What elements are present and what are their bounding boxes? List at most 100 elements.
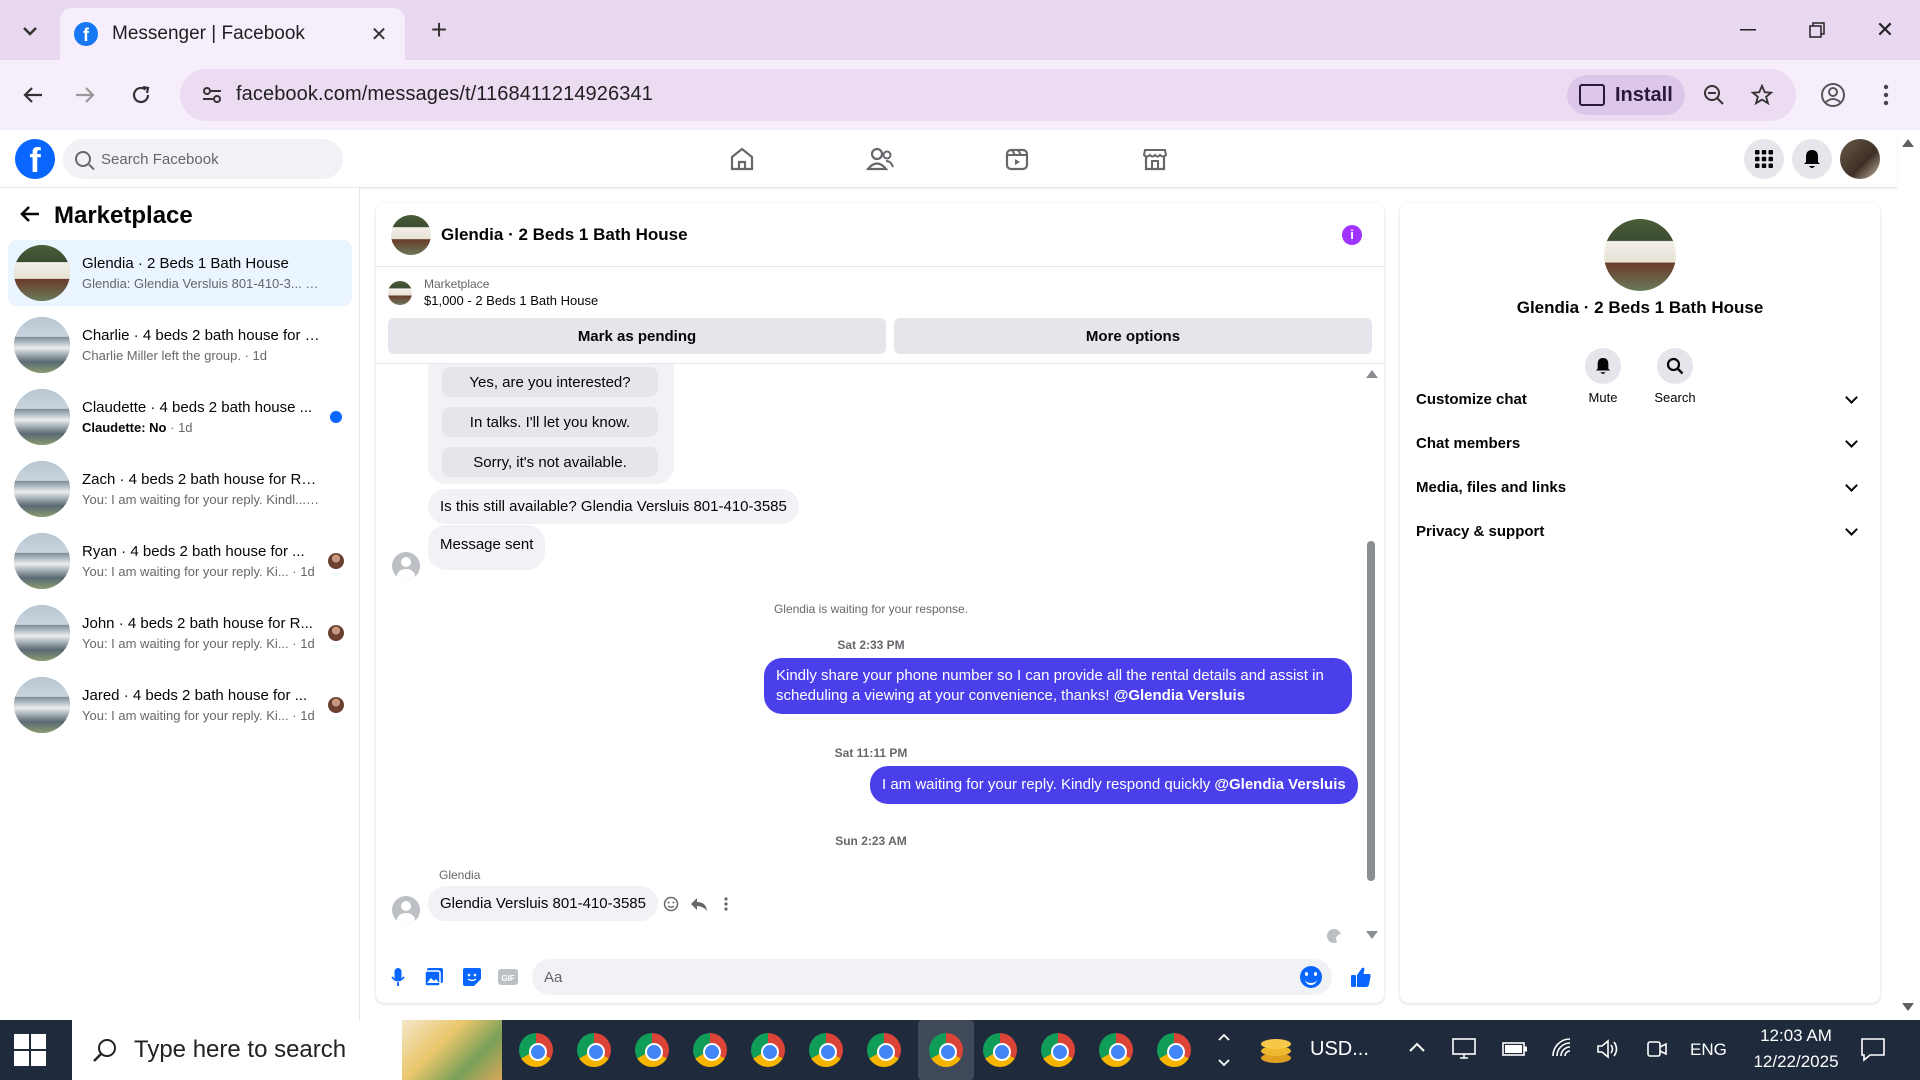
quick-reply-button[interactable]: Yes, are you interested? [442,367,658,397]
chrome-app-icon[interactable] [1038,1030,1078,1070]
tray-chevron-up-icon[interactable] [1408,1040,1426,1057]
message-scrollbar[interactable] [1364,366,1378,941]
mark-as-pending-button[interactable]: Mark as pending [388,318,886,354]
chrome-app-icon[interactable] [1154,1030,1194,1070]
camera-status-icon[interactable] [1646,1038,1668,1064]
site-info-icon[interactable] [198,81,226,109]
notifications-bell-icon[interactable] [1792,139,1832,179]
clock-time[interactable]: 12:03 AM [1746,1026,1846,1046]
customize-chat-row[interactable]: Customize chat [1416,377,1864,421]
chrome-app-icon[interactable] [632,1030,672,1070]
browser-menu-icon[interactable] [1868,77,1904,113]
chat-list-item[interactable]: John · 4 beds 2 bath house for R... You:… [8,600,352,666]
search-icon [93,1039,116,1062]
chrome-app-icon[interactable] [1096,1030,1136,1070]
zoom-icon[interactable] [1700,81,1728,109]
conversation-title[interactable]: Glendia · 2 Beds 1 Bath House [441,225,688,245]
close-window-button[interactable]: ✕ [1865,12,1905,48]
photo-icon[interactable] [422,965,446,989]
minimize-button[interactable] [1728,12,1768,48]
wifi-icon[interactable] [1550,1036,1574,1062]
browser-tab-messenger[interactable]: f Messenger | Facebook ✕ [60,8,405,60]
tab-search-chevron-icon[interactable] [12,14,48,48]
scroll-down-arrow-icon[interactable] [1902,1003,1914,1011]
chat-preview: You: I am waiting for your reply. Ki... … [82,564,315,579]
chat-list-item[interactable]: Glendia · 2 Beds 1 Bath House Glendia: G… [8,240,352,306]
chrome-app-icon[interactable] [516,1030,556,1070]
info-icon[interactable]: i [1342,225,1362,245]
outgoing-message[interactable]: I am waiting for your reply. Kindly resp… [870,766,1358,804]
clock-date[interactable]: 12/22/2025 [1746,1052,1846,1072]
bookmark-star-icon[interactable] [1748,81,1776,109]
reply-icon[interactable] [688,893,710,915]
listing-summary[interactable]: Marketplace $1,000 - 2 Beds 1 Bath House [388,277,598,308]
chrome-app-icon[interactable] [980,1030,1020,1070]
chat-list-item[interactable]: Charlie · 4 beds 2 bath house for R... C… [8,312,352,378]
taskbar-scroll-chevrons[interactable] [1214,1030,1234,1076]
thumbs-up-icon[interactable] [1349,965,1373,989]
back-arrow-icon[interactable] [15,77,51,113]
chat-list-item[interactable]: Jared · 4 beds 2 bath house for ... You:… [8,672,352,738]
emoji-icon[interactable] [1300,966,1322,988]
currency-text[interactable]: USD... [1310,1038,1369,1061]
video-icon[interactable] [1001,144,1033,174]
facebook-search-input[interactable]: Search Facebook [63,139,343,179]
scroll-up-arrow-icon[interactable] [1366,370,1378,378]
chat-list-item[interactable]: Zach · 4 beds 2 bath house for Rent You:… [8,456,352,522]
scroll-thumb[interactable] [1367,541,1375,881]
chrome-app-icon[interactable] [748,1030,788,1070]
react-emoji-icon[interactable] [660,893,682,915]
chrome-app-icon[interactable] [574,1030,614,1070]
outgoing-message[interactable]: Kindly share your phone number so I can … [764,658,1352,714]
chat-members-row[interactable]: Chat members [1416,421,1864,465]
chat-list-item[interactable]: Claudette · 4 beds 2 bath house ... Clau… [8,384,352,450]
more-options-button[interactable]: More options [894,318,1372,354]
quick-reply-button[interactable]: Sorry, it's not available. [442,447,658,477]
address-bar[interactable]: facebook.com/messages/t/1168411214926341… [180,69,1796,121]
friends-icon[interactable] [864,144,896,174]
forward-arrow-icon[interactable] [67,77,103,113]
currency-widget-icon[interactable] [1258,1034,1294,1064]
restore-button[interactable] [1797,12,1837,48]
taskbar-search-input[interactable]: Type here to search [72,1020,502,1080]
marketplace-icon[interactable] [1139,144,1171,174]
page-scrollbar[interactable] [1900,135,1914,1020]
conversation-avatar[interactable] [391,214,431,255]
incoming-message[interactable]: Glendia Versluis 801-410-3585 [428,886,658,921]
chat-list-item[interactable]: Ryan · 4 beds 2 bath house for ... You: … [8,528,352,594]
gif-icon[interactable]: GIF [496,965,520,989]
media-files-links-row[interactable]: Media, files and links [1416,465,1864,509]
facebook-logo[interactable]: f [15,139,55,179]
privacy-support-row[interactable]: Privacy & support [1416,509,1864,553]
display-icon[interactable] [1452,1038,1476,1064]
reload-icon[interactable] [123,77,159,113]
profile-icon[interactable] [1815,77,1851,113]
scroll-down-arrow-icon[interactable] [1366,931,1378,939]
volume-icon[interactable] [1596,1038,1620,1064]
incoming-message[interactable]: Message sent [428,525,546,570]
menu-grid-icon[interactable] [1744,139,1784,179]
account-avatar[interactable] [1840,139,1880,179]
microphone-icon[interactable] [386,965,410,989]
back-arrow-icon[interactable] [20,202,40,230]
sticker-icon[interactable] [460,965,484,989]
message-input[interactable]: Aa [532,959,1332,995]
timestamp: Sat 11:11 PM [834,746,908,760]
windows-start-icon[interactable] [14,1034,46,1066]
chrome-app-icon[interactable] [806,1030,846,1070]
language-indicator[interactable]: ENG [1690,1040,1727,1060]
scroll-up-arrow-icon[interactable] [1902,139,1914,147]
chrome-app-icon[interactable] [864,1030,904,1070]
battery-icon[interactable] [1502,1042,1528,1060]
seen-avatar [328,553,344,569]
chrome-app-icon[interactable] [690,1030,730,1070]
quick-reply-button[interactable]: In talks. I'll let you know. [442,407,658,437]
chrome-app-icon-active[interactable] [918,1020,974,1080]
install-app-button[interactable]: Install [1567,75,1685,115]
incoming-message[interactable]: Is this still available? Glendia Verslui… [428,489,799,524]
notification-center-icon[interactable] [1860,1036,1886,1066]
home-icon[interactable] [726,144,758,174]
tab-close-icon[interactable]: ✕ [367,22,391,47]
new-tab-button[interactable]: + [422,14,456,48]
more-actions-icon[interactable] [715,893,737,915]
